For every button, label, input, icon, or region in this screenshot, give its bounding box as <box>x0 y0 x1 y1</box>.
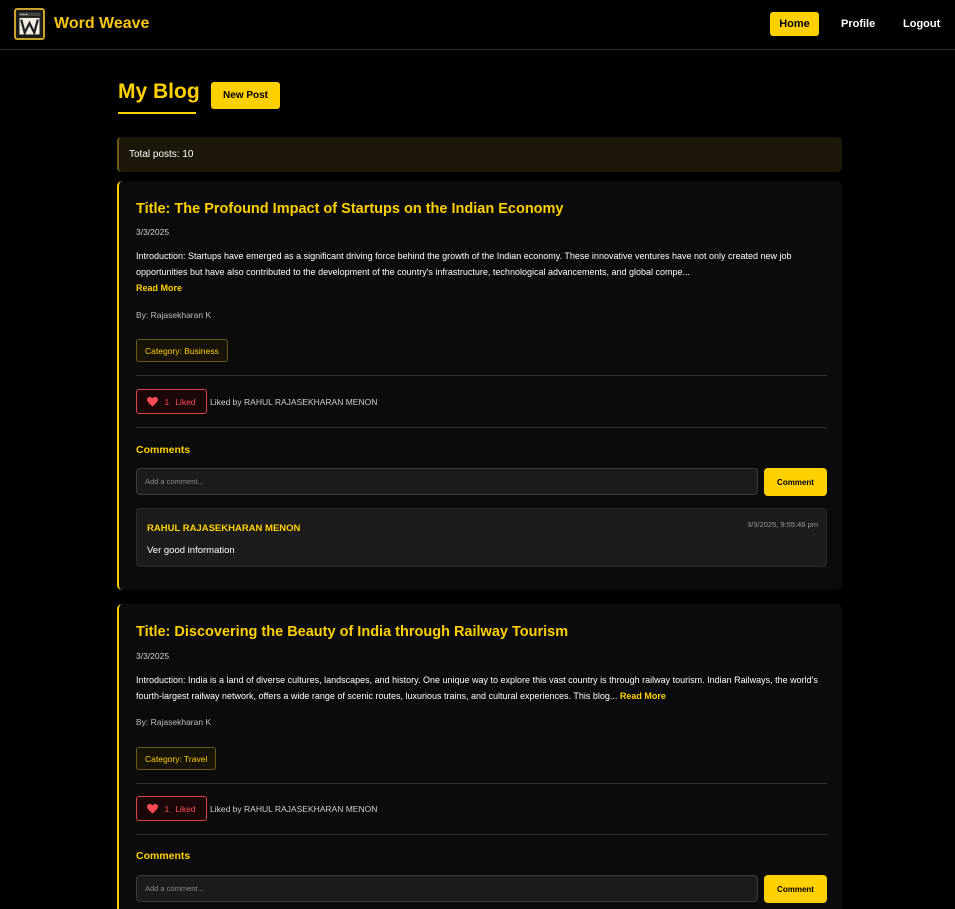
brand-name[interactable]: Word Weave <box>54 15 149 33</box>
divider <box>136 375 827 376</box>
like-button[interactable]: 1 Liked <box>136 796 207 821</box>
nav-logout-link[interactable]: Logout <box>903 12 940 36</box>
post-intro: Introduction: India is a land of diverse… <box>136 672 831 704</box>
comment-item: RAHUL RAJASEKHARAN MENON 3/3/2025, 9:55:… <box>136 508 827 567</box>
nav-profile-link[interactable]: Profile <box>841 12 875 36</box>
divider <box>136 783 827 784</box>
comments-heading: Comments <box>136 444 191 456</box>
nav-home-button[interactable]: Home <box>770 12 819 36</box>
divider <box>136 427 827 428</box>
post-intro-text: Introduction: India is a land of diverse… <box>136 675 818 701</box>
post-date: 3/3/2025 <box>136 227 170 237</box>
like-count: 1 <box>164 803 170 814</box>
read-more-link[interactable]: Read More <box>136 283 182 293</box>
post-card: Title: Discovering the Beauty of India t… <box>117 604 842 909</box>
page-title: My Blog <box>118 80 200 103</box>
post-intro-text: Introduction: Startups have emerged as a… <box>136 251 792 277</box>
comment-input[interactable] <box>136 875 758 902</box>
post-date: 3/3/2025 <box>136 651 170 661</box>
like-button[interactable]: 1 Liked <box>136 389 207 414</box>
comments-heading: Comments <box>136 850 191 862</box>
comment-input[interactable] <box>136 468 758 495</box>
liked-label: Liked <box>175 396 196 407</box>
liked-by-text: Liked by RAHUL RAJASEKHARAN MENON <box>210 397 378 407</box>
read-more-link[interactable]: Read More <box>620 691 666 701</box>
total-posts-text: Total posts: 10 <box>129 149 194 160</box>
total-posts-banner: Total posts: 10 <box>117 137 842 172</box>
post-title[interactable]: Title: The Profound Impact of Startups o… <box>136 201 564 217</box>
divider <box>136 834 827 835</box>
like-count: 1 <box>164 396 170 407</box>
comment-time: 3/3/2025, 9:55:46 pm <box>747 520 818 529</box>
post-author: By: Rajasekharan K <box>136 717 212 727</box>
title-underline <box>118 112 196 114</box>
liked-label: Liked <box>175 803 196 814</box>
category-badge[interactable]: Category: Business <box>136 339 228 362</box>
heart-icon <box>147 803 159 814</box>
new-post-button[interactable]: New Post <box>211 82 280 109</box>
comment-button[interactable]: Comment <box>764 875 827 903</box>
post-title[interactable]: Title: Discovering the Beauty of India t… <box>136 624 568 640</box>
comment-text: Ver good information <box>147 545 235 556</box>
heart-icon <box>147 396 159 407</box>
post-intro: Introduction: Startups have emerged as a… <box>136 248 831 296</box>
ww-logo-icon[interactable] <box>14 8 45 40</box>
liked-by-text: Liked by RAHUL RAJASEKHARAN MENON <box>210 804 378 814</box>
comment-author: RAHUL RAJASEKHARAN MENON <box>147 523 301 534</box>
post-author: By: Rajasekharan K <box>136 310 212 320</box>
comment-button[interactable]: Comment <box>764 468 827 496</box>
navbar: Word Weave Home Profile Logout <box>0 0 955 50</box>
post-card: Title: The Profound Impact of Startups o… <box>117 181 842 590</box>
category-badge[interactable]: Category: Travel <box>136 747 217 770</box>
